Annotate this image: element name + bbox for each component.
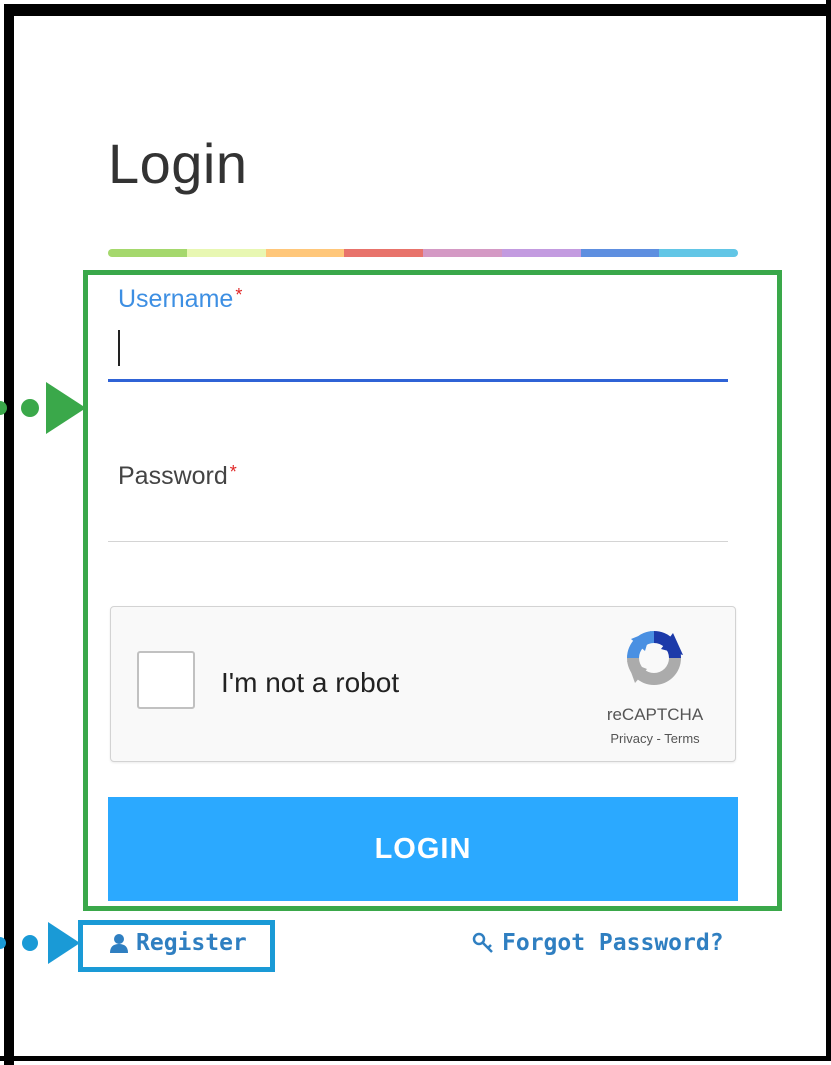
register-label: Register (136, 930, 247, 956)
password-label: Password * (118, 462, 237, 491)
password-input[interactable] (108, 496, 728, 542)
recaptcha-brand: reCAPTCHA (606, 705, 704, 724)
accent-color-bar (108, 249, 738, 257)
required-marker: * (229, 462, 237, 482)
frame-right-edge (826, 0, 831, 1061)
recaptcha-checkbox[interactable] (137, 651, 195, 709)
annotation-arrow-green-icon (0, 382, 86, 434)
color-segment (423, 249, 502, 257)
frame-bottom-edge (0, 1056, 831, 1061)
forgot-password-link[interactable]: Forgot Password? (472, 930, 724, 956)
password-label-text: Password (118, 462, 228, 490)
color-segment (501, 249, 581, 257)
annotation-arrow-blue-icon (0, 922, 80, 964)
recaptcha-widget: I'm not a robot reCAPTCHA Privacy - Term… (110, 606, 736, 762)
username-label-text: Username (118, 285, 234, 313)
color-segment (580, 249, 660, 257)
color-segment (108, 249, 187, 257)
login-button[interactable]: LOGIN (108, 797, 738, 901)
username-input[interactable] (108, 320, 728, 382)
recaptcha-privacy-terms-link[interactable]: Privacy - Terms (585, 731, 725, 746)
recaptcha-logo-icon (627, 631, 683, 685)
recaptcha-label: I'm not a robot (221, 667, 400, 698)
username-label: Username * (118, 285, 242, 314)
color-segment (186, 249, 266, 257)
color-segment (659, 249, 738, 257)
required-marker: * (235, 285, 243, 305)
color-segment (344, 249, 423, 257)
color-segment (265, 249, 345, 257)
forgot-password-label: Forgot Password? (502, 930, 724, 956)
register-link[interactable]: Register (108, 930, 247, 956)
page-title: Login (108, 132, 248, 195)
text-cursor (118, 330, 120, 366)
user-icon (110, 934, 128, 953)
key-icon (472, 932, 493, 953)
